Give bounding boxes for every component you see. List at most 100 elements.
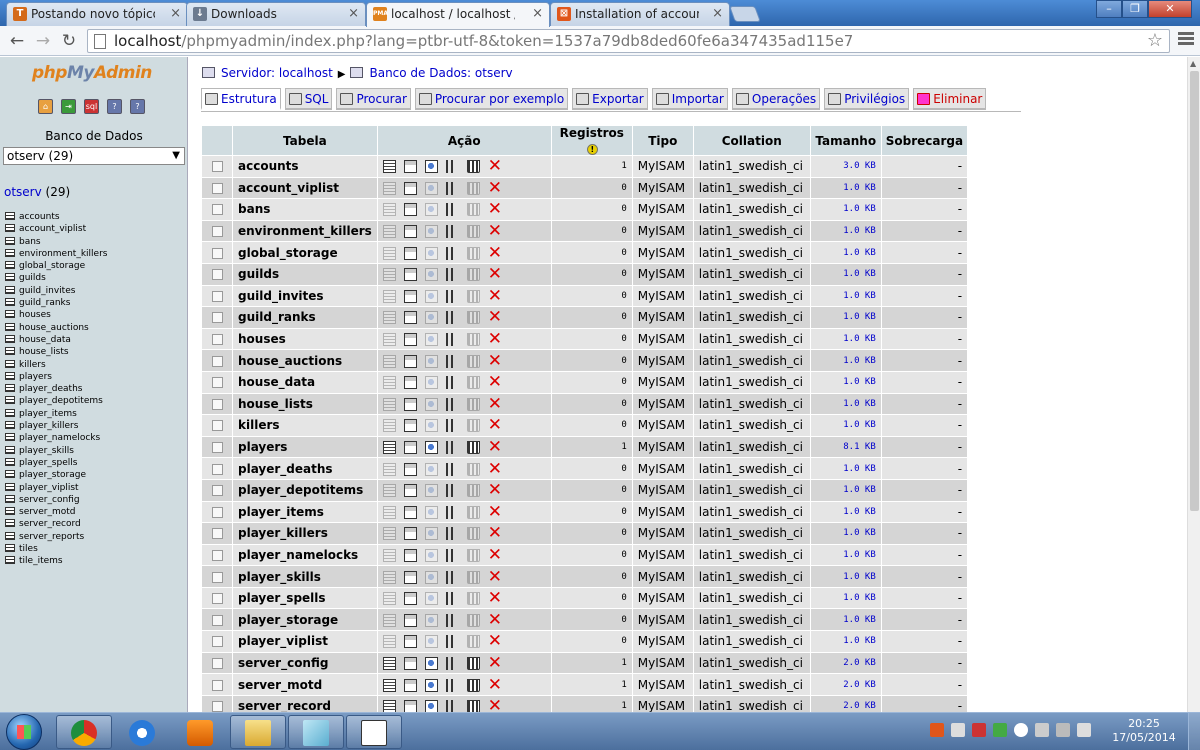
insert-icon[interactable] <box>445 462 459 476</box>
table-size[interactable]: 8.1 KB <box>810 436 881 458</box>
row-checkbox[interactable] <box>211 506 223 518</box>
structure-icon[interactable] <box>403 592 417 606</box>
drop-table-icon[interactable]: ✕ <box>488 654 502 671</box>
table-name[interactable]: player_namelocks <box>233 544 377 566</box>
empty-table-icon[interactable] <box>466 181 480 195</box>
sidebar-table-item[interactable]: houses <box>5 309 107 321</box>
empty-table-icon[interactable] <box>466 160 480 174</box>
insert-icon[interactable] <box>445 397 459 411</box>
sidebar-table-item[interactable]: bans <box>5 236 107 248</box>
browse-icon[interactable] <box>382 246 396 260</box>
flag-icon[interactable] <box>951 723 965 737</box>
sidebar-table-item[interactable]: killers <box>5 359 107 371</box>
tab-eliminar[interactable]: Eliminar <box>913 88 987 110</box>
table-name[interactable]: house_auctions <box>233 350 377 371</box>
browse-icon[interactable] <box>382 656 396 670</box>
close-window-icon[interactable]: ✕ <box>1148 0 1192 18</box>
empty-table-icon[interactable] <box>466 678 480 692</box>
browser-tab-installation[interactable]: ⊠ Installation of account ma × <box>550 2 730 26</box>
sql-query-icon[interactable]: sql <box>84 99 99 114</box>
browse-icon[interactable] <box>382 203 396 217</box>
taskbar-ie[interactable] <box>114 715 170 749</box>
search-icon[interactable] <box>424 592 438 606</box>
sidebar-table-item[interactable]: server_reports <box>5 531 107 543</box>
empty-table-icon[interactable] <box>466 462 480 476</box>
table-name[interactable]: accounts <box>233 156 377 177</box>
insert-icon[interactable] <box>445 246 459 260</box>
search-icon[interactable] <box>424 333 438 347</box>
table-size[interactable]: 1.0 KB <box>810 609 881 631</box>
row-checkbox[interactable] <box>211 398 223 410</box>
sidebar-table-item[interactable]: house_data <box>5 334 107 346</box>
browse-icon[interactable] <box>382 635 396 649</box>
search-icon[interactable] <box>424 181 438 195</box>
table-name[interactable]: player_depotitems <box>233 479 377 501</box>
table-size[interactable]: 1.0 KB <box>810 177 881 199</box>
table-size[interactable]: 1.0 KB <box>810 307 881 328</box>
structure-icon[interactable] <box>403 678 417 692</box>
drop-table-icon[interactable]: ✕ <box>488 287 502 304</box>
empty-table-icon[interactable] <box>466 570 480 584</box>
sidebar-table-item[interactable]: guild_ranks <box>5 297 107 309</box>
sidebar-table-item[interactable]: player_killers <box>5 420 107 432</box>
row-checkbox[interactable] <box>211 161 223 173</box>
antivirus-icon[interactable] <box>972 723 986 737</box>
bookmark-star-icon[interactable]: ☆ <box>1147 30 1163 51</box>
structure-icon[interactable] <box>403 160 417 174</box>
taskbar-explorer[interactable] <box>230 715 286 749</box>
row-checkbox[interactable] <box>211 679 223 691</box>
maximize-icon[interactable]: ❐ <box>1122 0 1148 18</box>
drop-table-icon[interactable]: ✕ <box>488 201 502 218</box>
drop-table-icon[interactable]: ✕ <box>488 374 502 391</box>
empty-table-icon[interactable] <box>466 441 480 455</box>
insert-icon[interactable] <box>445 311 459 325</box>
taskbar-xampp[interactable] <box>346 715 402 749</box>
taskbar-chrome[interactable] <box>56 715 112 749</box>
table-name[interactable]: players <box>233 436 377 458</box>
row-checkbox[interactable] <box>211 269 223 281</box>
insert-icon[interactable] <box>445 376 459 390</box>
table-size[interactable]: 1.0 KB <box>810 350 881 371</box>
browse-icon[interactable] <box>382 527 396 541</box>
browse-icon[interactable] <box>382 570 396 584</box>
browser-tab-phpmyadmin[interactable]: PMA localhost / localhost / ots × <box>366 2 550 27</box>
structure-icon[interactable] <box>403 397 417 411</box>
sidebar-table-item[interactable]: guilds <box>5 272 107 284</box>
new-tab-button[interactable] <box>729 6 761 22</box>
tab-procurar-por-exemplo[interactable]: Procurar por exemplo <box>414 88 569 110</box>
sidebar-table-item[interactable]: server_motd <box>5 506 107 518</box>
address-url[interactable]: localhost/phpmyadmin/index.php?lang=ptbr… <box>114 32 853 50</box>
row-checkbox[interactable] <box>211 463 223 475</box>
tab-privilegios[interactable]: Privilégios <box>824 88 910 110</box>
drop-table-icon[interactable]: ✕ <box>488 482 502 499</box>
drop-table-icon[interactable]: ✕ <box>488 439 502 456</box>
browse-icon[interactable] <box>382 613 396 627</box>
search-icon[interactable] <box>424 656 438 670</box>
start-button[interactable] <box>2 714 46 750</box>
network-icon[interactable] <box>1035 723 1049 737</box>
table-name[interactable]: global_storage <box>233 242 377 263</box>
table-name[interactable]: server_record <box>233 695 377 712</box>
table-name[interactable]: player_killers <box>233 523 377 544</box>
empty-table-icon[interactable] <box>466 548 480 562</box>
drop-table-icon[interactable]: ✕ <box>488 633 502 650</box>
empty-table-icon[interactable] <box>466 505 480 519</box>
xampp-tray-icon[interactable] <box>930 723 944 737</box>
table-size[interactable]: 1.0 KB <box>810 479 881 501</box>
drop-table-icon[interactable]: ✕ <box>488 158 502 175</box>
tab-procurar[interactable]: Procurar <box>336 88 411 110</box>
sidebar-table-item[interactable]: house_auctions <box>5 322 107 334</box>
insert-icon[interactable] <box>445 548 459 562</box>
row-checkbox[interactable] <box>211 549 223 561</box>
browse-icon[interactable] <box>382 505 396 519</box>
tab-exportar[interactable]: Exportar <box>572 88 648 110</box>
table-name[interactable]: bans <box>233 199 377 220</box>
structure-icon[interactable] <box>403 441 417 455</box>
structure-icon[interactable] <box>403 635 417 649</box>
sidebar-table-item[interactable]: player_deaths <box>5 383 107 395</box>
row-checkbox[interactable] <box>211 593 223 605</box>
table-name[interactable]: player_storage <box>233 609 377 631</box>
table-size[interactable]: 1.0 KB <box>810 566 881 587</box>
sidebar-table-item[interactable]: players <box>5 371 107 383</box>
structure-icon[interactable] <box>403 181 417 195</box>
